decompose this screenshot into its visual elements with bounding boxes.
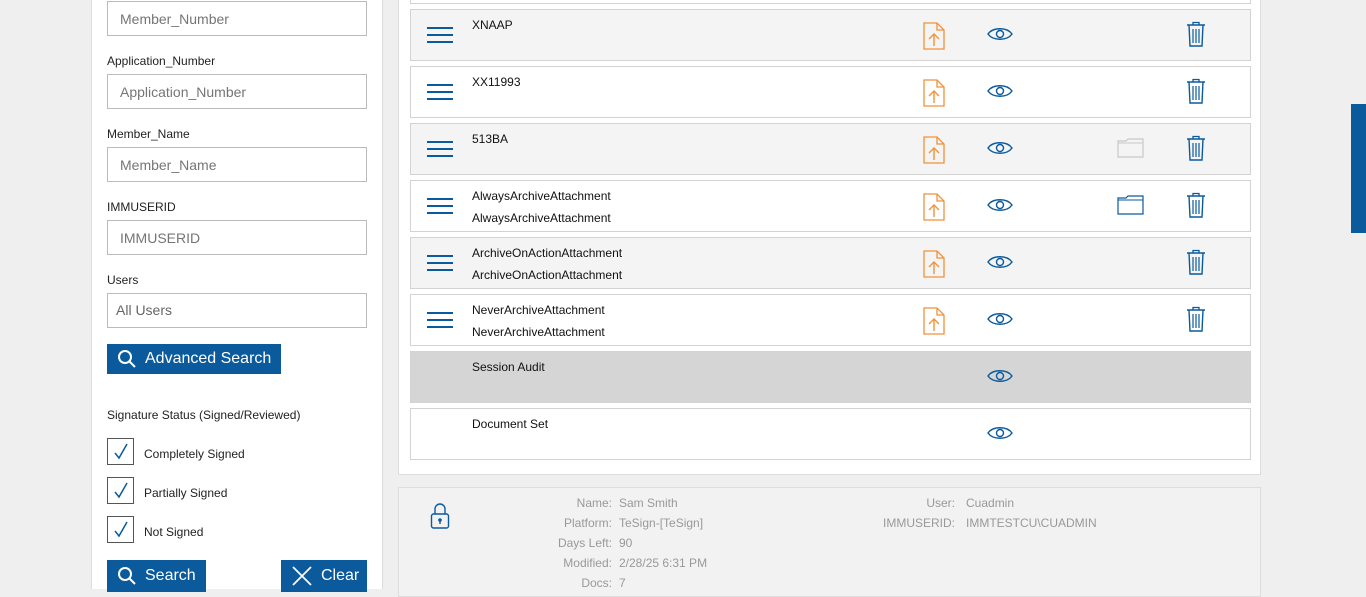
lock-icon — [430, 503, 450, 529]
partially-signed-checkbox[interactable] — [107, 477, 134, 504]
member-name-input[interactable] — [107, 147, 367, 182]
immuserid-info-label: IMMUSERID: — [883, 516, 955, 530]
document-name: XNAAP — [472, 18, 513, 32]
application-number-input[interactable] — [107, 74, 367, 109]
document-name: 513BA — [472, 132, 509, 146]
view-eye-icon[interactable] — [987, 83, 1013, 104]
session-info-panel: Name: Sam Smith Platform: TeSign-[TeSign… — [398, 487, 1261, 597]
document-row[interactable]: Document Set — [410, 408, 1251, 460]
folder-icon — [1117, 138, 1144, 163]
trash-icon[interactable] — [1186, 135, 1206, 166]
document-subtitle: AlwaysArchiveAttachment — [472, 211, 611, 225]
search-button[interactable]: Search — [107, 560, 206, 592]
document-row[interactable]: 513BA — [410, 123, 1251, 175]
drag-handle-icon[interactable] — [427, 312, 453, 330]
immuserid-info-value: IMMTESTCU\CUADMIN — [966, 516, 1097, 530]
checkmark-icon — [114, 521, 128, 538]
view-eye-icon[interactable] — [987, 425, 1013, 446]
view-eye-icon[interactable] — [987, 311, 1013, 332]
name-value: Sam Smith — [619, 496, 678, 510]
document-name: NeverArchiveAttachment — [472, 303, 605, 317]
trash-icon[interactable] — [1186, 192, 1206, 223]
advanced-search-label: Advanced Search — [145, 350, 272, 367]
drag-handle-icon[interactable] — [427, 27, 453, 45]
upload-icon[interactable] — [923, 79, 945, 112]
docs-value: 7 — [619, 576, 626, 590]
checkmark-icon — [114, 482, 128, 499]
clear-button[interactable]: Clear — [281, 560, 367, 592]
upload-icon[interactable] — [923, 250, 945, 283]
checkmark-icon — [114, 443, 128, 460]
search-label: Search — [145, 567, 196, 584]
users-label: Users — [107, 273, 139, 287]
close-icon — [292, 566, 312, 586]
document-row[interactable]: NeverArchiveAttachment NeverArchiveAttach… — [410, 294, 1251, 346]
search-icon — [118, 350, 136, 368]
platform-label: Platform: — [563, 516, 612, 530]
trash-icon[interactable] — [1186, 249, 1206, 280]
docs-label: Docs: — [581, 576, 612, 590]
view-eye-icon[interactable] — [987, 197, 1013, 218]
document-name: XX11993 — [472, 75, 521, 89]
document-subtitle: ArchiveOnActionAttachment — [472, 268, 623, 282]
upload-icon[interactable] — [923, 22, 945, 55]
document-row[interactable]: Session Audit — [410, 351, 1251, 403]
search-icon — [118, 567, 136, 585]
member-name-label: Member_Name — [107, 127, 190, 141]
drag-handle-icon[interactable] — [427, 198, 453, 216]
folder-icon[interactable] — [1117, 195, 1144, 220]
modified-value: 2/28/25 6:31 PM — [619, 556, 708, 570]
immuserid-label: IMMUSERID — [107, 200, 176, 214]
document-row[interactable]: XX11993 — [410, 66, 1251, 118]
view-eye-icon[interactable] — [987, 140, 1013, 161]
search-panel: Application_Number Member_Name IMMUSERID… — [91, 0, 383, 592]
member-number-input[interactable] — [107, 1, 367, 36]
document-row[interactable]: AlwaysArchiveAttachment AlwaysArchiveAtta… — [410, 180, 1251, 232]
days-left-label: Days Left: — [557, 536, 612, 550]
drag-handle-icon[interactable] — [427, 255, 453, 273]
document-list-panel: XNAAP XX11993 513BA AlwaysArchiveAttachment… — [398, 0, 1261, 475]
upload-icon[interactable] — [923, 136, 945, 169]
drag-handle-icon[interactable] — [427, 141, 453, 159]
signature-status-label: Signature Status (Signed/Reviewed) — [107, 408, 301, 422]
document-name: Session Audit — [472, 360, 545, 374]
drag-handle-icon[interactable] — [427, 84, 453, 102]
not-signed-checkbox[interactable] — [107, 516, 134, 543]
trash-icon[interactable] — [1186, 306, 1206, 337]
view-eye-icon[interactable] — [987, 254, 1013, 275]
clear-label: Clear — [321, 567, 360, 584]
user-value: Cuadmin — [966, 496, 1015, 510]
document-name: Document Set — [472, 417, 549, 431]
upload-icon[interactable] — [923, 307, 945, 340]
previous-row-edge — [410, 0, 1251, 4]
view-eye-icon[interactable] — [987, 26, 1013, 47]
trash-icon[interactable] — [1186, 78, 1206, 109]
modified-label: Modified: — [563, 556, 612, 570]
document-name: ArchiveOnActionAttachment — [472, 246, 623, 260]
document-name: AlwaysArchiveAttachment — [472, 189, 611, 203]
platform-value: TeSign-[TeSign] — [619, 516, 704, 530]
advanced-search-button[interactable]: Advanced Search — [107, 344, 281, 374]
trash-icon[interactable] — [1186, 21, 1206, 52]
upload-icon[interactable] — [923, 193, 945, 226]
partially-signed-label: Partially Signed — [144, 486, 228, 500]
user-label: User: — [926, 496, 955, 510]
application-number-label: Application_Number — [107, 54, 216, 68]
document-subtitle: NeverArchiveAttachment — [472, 325, 605, 339]
days-left-value: 90 — [619, 536, 633, 550]
document-row[interactable]: XNAAP — [410, 9, 1251, 61]
name-label: Name: — [576, 496, 612, 510]
not-signed-label: Not Signed — [144, 525, 204, 539]
side-panel-tab[interactable] — [1351, 104, 1366, 233]
immuserid-input[interactable] — [107, 220, 367, 255]
document-row[interactable]: ArchiveOnActionAttachment ArchiveOnAction… — [410, 237, 1251, 289]
completely-signed-checkbox[interactable] — [107, 438, 134, 465]
completely-signed-label: Completely Signed — [144, 447, 245, 461]
view-eye-icon[interactable] — [987, 368, 1013, 389]
users-select[interactable]: All Users — [107, 293, 367, 328]
